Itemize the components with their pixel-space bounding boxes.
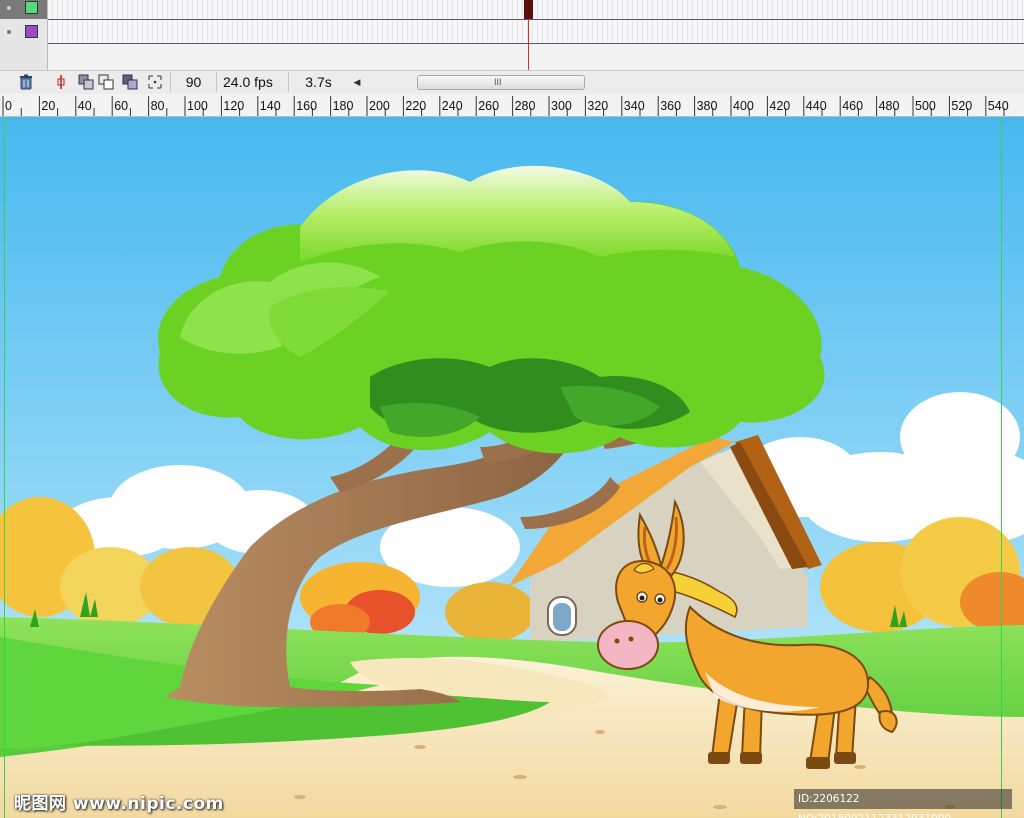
ruler-tick-label: 400 [733,99,754,113]
ruler-tick-label: 440 [806,99,827,113]
ruler-graphic: 0 20 40 60 80 100 120 140 160 180 200 220 240 260 280 3… [2,96,1009,116]
scrollbar-thumb[interactable]: III [417,75,585,90]
ruler-tick-label: 240 [442,99,463,113]
ruler-tick-label: 160 [296,99,317,113]
watermark-site: 昵图网 www.nipic.com [14,794,224,814]
ruler-tick-label: 60 [114,99,128,113]
stage-canvas[interactable]: 昵图网 www.nipic.com ID:2206122 NO:20180921… [0,117,1024,818]
onion-skin-icon[interactable] [78,74,94,90]
ruler-tick-label: 300 [551,99,572,113]
grip-icon: III [494,77,502,87]
layer-row-1[interactable] [0,0,47,19]
layer-list [0,0,48,70]
trash-icon[interactable] [18,74,34,90]
watermark-id: ID:2206122 NO:20180921123312931000 [794,789,1012,818]
timeline-controls-bar: 90 24.0 fps 3.7s ◀ III [0,70,1024,95]
ruler-tick-label: 260 [478,99,499,113]
elapsed-time-field: 3.7s [288,72,348,92]
ruler-tick-label: 480 [879,99,900,113]
layer-visibility-dot[interactable] [7,30,11,34]
layer-visibility-dot[interactable] [7,6,11,10]
stage-guide-right [1001,117,1002,818]
ruler-tick-label: 540 [988,99,1009,113]
ruler-tick-label: 460 [842,99,863,113]
current-frame-field[interactable]: 90 [170,72,216,92]
scene-illustration [0,117,1024,818]
layer-outline-color-swatch[interactable] [25,1,38,14]
ruler-tick-label: 100 [187,99,208,113]
ruler-tick-label: 180 [333,99,354,113]
timeline-horizontal-scrollbar[interactable]: ◀ III [351,75,587,90]
ruler-tick-label: 40 [78,99,92,113]
ruler-tick-label: 80 [151,99,165,113]
center-frame-icon[interactable] [53,74,69,90]
ruler-tick-label: 200 [369,99,390,113]
frame-rate-field[interactable]: 24.0 fps [216,72,288,92]
ruler-tick-label: 380 [697,99,718,113]
ruler-tick-label: 0 [5,99,12,113]
stage-guide-left [4,117,5,818]
edit-multiple-frames-icon[interactable] [122,74,138,90]
horizontal-ruler: 0 20 40 60 80 100 120 140 160 180 200 220 240 260 280 3… [0,94,1024,117]
frames-grid[interactable] [48,0,1024,70]
playhead-handle[interactable] [524,0,533,19]
ruler-tick-label: 500 [915,99,936,113]
ruler-tick-label: 20 [41,99,55,113]
ruler-tick-label: 320 [587,99,608,113]
layer-outline-color-swatch[interactable] [25,25,38,38]
timeline-panel [0,0,1024,70]
layer-row-2[interactable] [0,21,47,43]
frame-row-1[interactable] [48,0,1024,20]
ruler-tick-label: 140 [260,99,281,113]
ruler-tick-label: 220 [405,99,426,113]
frame-row-2[interactable] [48,21,1024,44]
scroll-left-arrow-icon[interactable]: ◀ [351,75,363,90]
ruler-tick-label: 520 [951,99,972,113]
ruler-tick-label: 280 [515,99,536,113]
ruler-tick-label: 360 [660,99,681,113]
ruler-tick-label: 120 [223,99,244,113]
modify-markers-icon[interactable] [147,74,163,90]
ruler-tick-label: 420 [769,99,790,113]
onion-skin-outlines-icon[interactable] [98,74,114,90]
ruler-tick-label: 340 [624,99,645,113]
